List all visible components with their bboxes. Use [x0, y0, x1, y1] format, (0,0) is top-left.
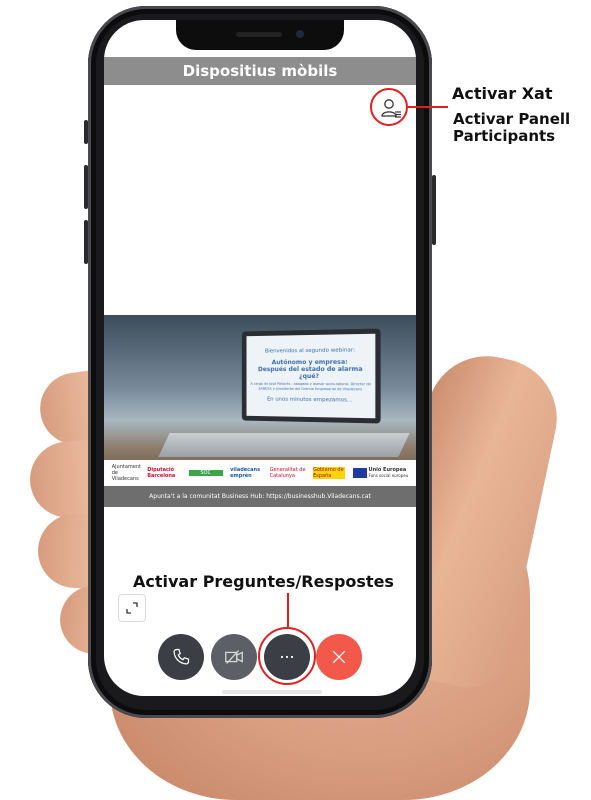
annotation-participants-line1: Activar Panell — [453, 110, 571, 128]
notch-camera — [296, 30, 304, 38]
home-indicator — [222, 690, 322, 694]
phone-side-button — [84, 165, 88, 209]
phone-side-button — [432, 175, 436, 245]
leader-line-qa — [287, 593, 289, 627]
slide-keyboard — [158, 433, 410, 457]
notch-speaker — [236, 32, 282, 37]
shared-slide: Bienvenidos al segundo webinar: Autónomo… — [104, 315, 416, 507]
annotation-participants: Activar Panell Participants — [453, 111, 570, 145]
annotation-qa: Activar Preguntes/Respostes — [133, 572, 394, 591]
expand-icon — [126, 602, 138, 614]
eu-flag-icon — [352, 468, 367, 478]
phone-side-button — [84, 120, 88, 144]
phone-icon — [173, 648, 190, 665]
video-off-icon — [225, 650, 243, 664]
logo-eu: Unió Europea Fons social europeu — [352, 467, 409, 479]
phone-side-button — [84, 220, 88, 264]
annotation-participants-line2: Participants — [453, 127, 556, 145]
call-button[interactable] — [158, 634, 204, 680]
slide-laptop-screen: Bienvenidos al segundo webinar: Autónomo… — [241, 328, 381, 424]
highlight-circle-qa — [258, 627, 316, 685]
slide-logos: Ajuntament de Viladecans Diputació Barce… — [104, 460, 416, 486]
logo: SOC — [188, 470, 223, 476]
slide-text: A cargo de José Pallarés - abogado y ase… — [250, 381, 371, 391]
logo-eu-sub: Fons social europeu — [368, 473, 409, 478]
logo: viladecans emprèn — [230, 467, 261, 479]
leader-line-chat — [408, 106, 448, 108]
logo: Generalitat de Catalunya — [269, 467, 306, 479]
fullscreen-button[interactable] — [118, 594, 146, 622]
logo-eu-text: Unió Europea Fons social europeu — [369, 467, 409, 479]
hangup-button[interactable] — [316, 634, 362, 680]
page-title: Dispositius mòbils — [104, 57, 416, 85]
slide-text: En unos minutos empezamos… — [266, 396, 353, 404]
close-icon — [332, 650, 346, 664]
slide-text: Después del estado de alarma ¿qué? — [257, 365, 363, 381]
slide-footer: Apunta't a la comunitat Business Hub: ht… — [104, 486, 416, 507]
annotation-chat: Activar Xat — [452, 84, 553, 103]
slide-text: Bienvenidos al segundo webinar: — [264, 347, 356, 355]
logo: Diputació Barcelona — [147, 467, 176, 479]
logo: Ajuntament de Viladecans — [111, 464, 141, 482]
logo: Gobierno de España — [313, 467, 346, 479]
highlight-circle-participants — [370, 88, 408, 126]
video-button[interactable] — [211, 634, 257, 680]
